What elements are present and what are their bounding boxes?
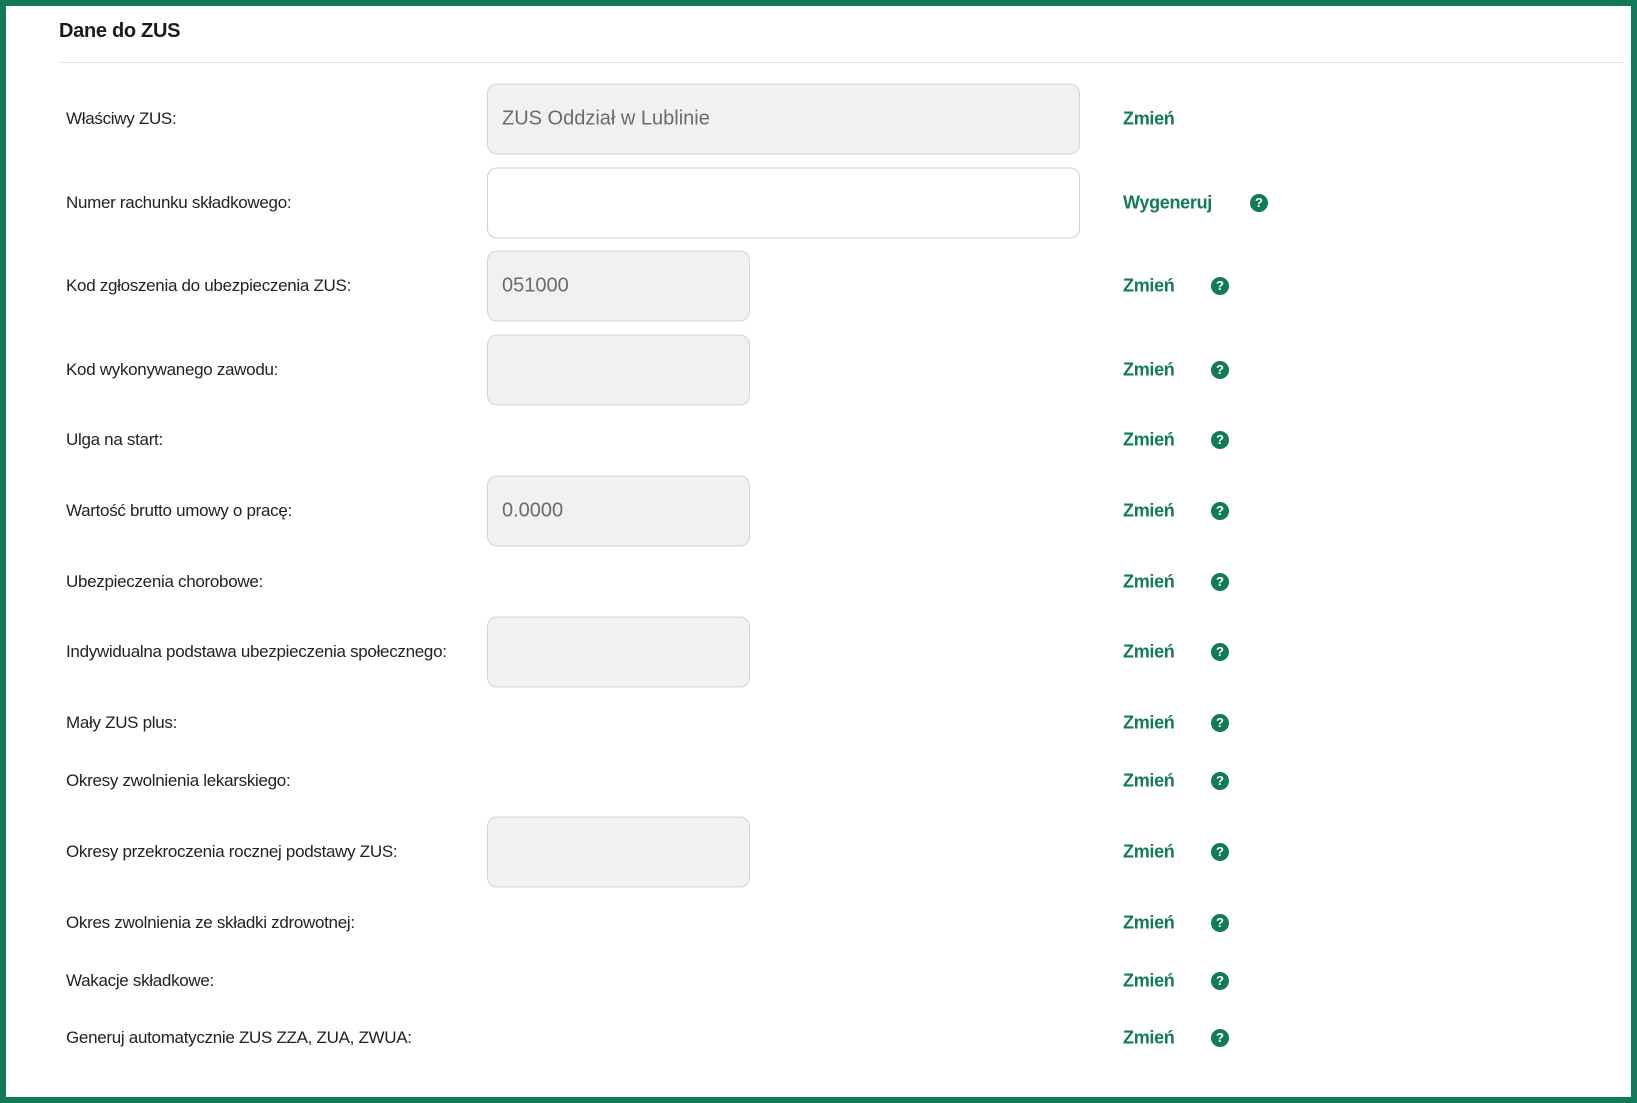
zmien-maly-zus-plus-button[interactable]: Zmień xyxy=(1123,713,1175,734)
help-circle-icon[interactable]: ? xyxy=(1211,361,1229,379)
title-divider xyxy=(59,62,1625,63)
row-label: Kod wykonywanego zawodu: xyxy=(66,360,279,379)
zmien-zwolnienie-skladki-button[interactable]: Zmień xyxy=(1123,913,1175,934)
zmien-okresy-zwolnienia-button[interactable]: Zmień xyxy=(1123,771,1175,792)
zmien-okresy-przekroczenia-button[interactable]: Zmień xyxy=(1123,842,1175,863)
row-label: Numer rachunku składkowego: xyxy=(66,193,292,212)
zmien-wartosc-brutto-button[interactable]: Zmień xyxy=(1123,501,1175,522)
zmien-wlasciwy-zus-button[interactable]: Zmień xyxy=(1123,109,1175,130)
kod-zawodu-field[interactable] xyxy=(487,334,750,406)
row-label: Mały ZUS plus: xyxy=(66,713,178,732)
zmien-generuj-automatycznie-button[interactable]: Zmień xyxy=(1123,1028,1175,1049)
help-circle-icon[interactable]: ? xyxy=(1211,431,1229,449)
row-label: Ubezpieczenia chorobowe: xyxy=(66,572,263,591)
row-label: Okres zwolnienia ze składki zdrowotnej: xyxy=(66,913,355,932)
help-circle-icon[interactable]: ? xyxy=(1211,573,1229,591)
kod-zgloszenia-field[interactable] xyxy=(487,250,750,322)
row-label: Kod zgłoszenia do ubezpieczenia ZUS: xyxy=(66,276,351,295)
row-label: Okresy przekroczenia rocznej podstawy ZU… xyxy=(66,842,398,861)
zmien-wakacje-skladkowe-button[interactable]: Zmień xyxy=(1123,971,1175,992)
row-label: Ulga na start: xyxy=(66,430,163,449)
help-circle-icon[interactable]: ? xyxy=(1211,502,1229,520)
help-circle-icon[interactable]: ? xyxy=(1211,972,1229,990)
help-circle-icon[interactable]: ? xyxy=(1211,1029,1229,1047)
zus-data-panel: Dane do ZUS Właściwy ZUS: Zmień Numer ra… xyxy=(0,0,1637,1103)
help-circle-icon[interactable]: ? xyxy=(1211,277,1229,295)
help-circle-icon[interactable]: ? xyxy=(1211,643,1229,661)
help-circle-icon[interactable]: ? xyxy=(1250,194,1268,212)
section-title: Dane do ZUS xyxy=(59,20,181,42)
help-circle-icon[interactable]: ? xyxy=(1211,914,1229,932)
zmien-kod-zawodu-button[interactable]: Zmień xyxy=(1123,360,1175,381)
wlasciwy-zus-field[interactable] xyxy=(487,83,1080,155)
zmien-kod-zgloszenia-button[interactable]: Zmień xyxy=(1123,276,1175,297)
help-circle-icon[interactable]: ? xyxy=(1211,843,1229,861)
wartosc-brutto-field[interactable] xyxy=(487,475,750,547)
help-circle-icon[interactable]: ? xyxy=(1211,772,1229,790)
zmien-indywidualna-podstawa-button[interactable]: Zmień xyxy=(1123,642,1175,663)
row-label: Okresy zwolnienia lekarskiego: xyxy=(66,771,291,790)
wygeneruj-button[interactable]: Wygeneruj xyxy=(1123,193,1212,214)
row-label: Wakacje składkowe: xyxy=(66,971,214,990)
numer-rachunku-input[interactable] xyxy=(487,167,1080,239)
zmien-ulga-na-start-button[interactable]: Zmień xyxy=(1123,430,1175,451)
okresy-przekroczenia-field[interactable] xyxy=(487,816,750,888)
row-label: Generuj automatycznie ZUS ZZA, ZUA, ZWUA… xyxy=(66,1028,412,1047)
row-label: Indywidualna podstawa ubezpieczenia społ… xyxy=(66,642,447,661)
indywidualna-podstawa-field[interactable] xyxy=(487,616,750,688)
row-label: Właściwy ZUS: xyxy=(66,109,177,128)
row-label: Wartość brutto umowy o pracę: xyxy=(66,501,292,520)
help-circle-icon[interactable]: ? xyxy=(1211,714,1229,732)
zmien-ubezpieczenia-chorobowe-button[interactable]: Zmień xyxy=(1123,572,1175,593)
